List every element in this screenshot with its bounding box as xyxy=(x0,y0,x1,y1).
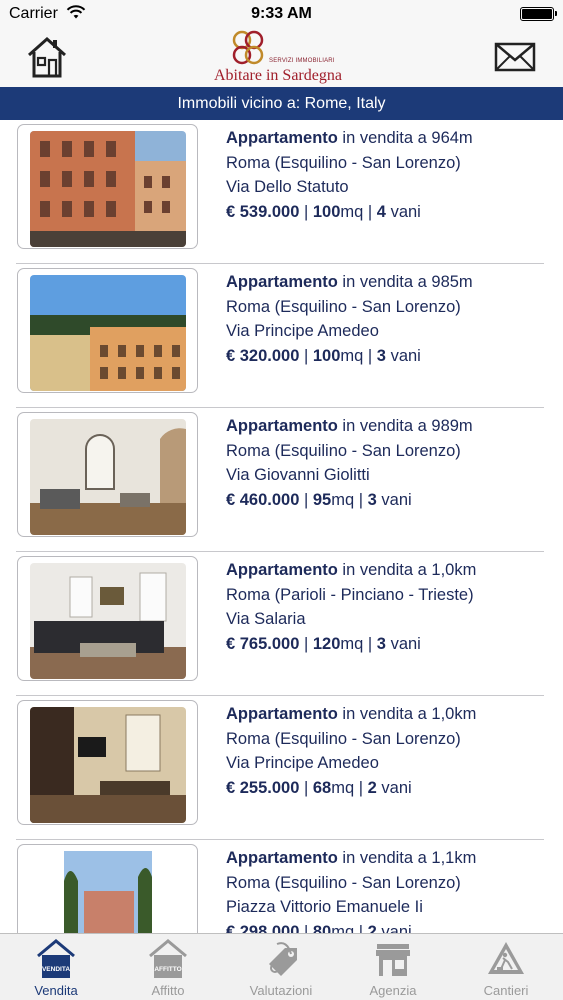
tab-label: Agenzia xyxy=(369,983,417,998)
listing-photo xyxy=(30,563,186,679)
nav-bar: SERVIZI IMMOBILIARI Abitare in Sardegna xyxy=(0,28,563,87)
listing-thumbnail xyxy=(17,268,198,393)
app-logo: SERVIZI IMMOBILIARI Abitare in Sardegna xyxy=(211,28,356,87)
listing-street: Via Principe Amedeo xyxy=(226,322,379,340)
listing-street: Via Giovanni Giolitti xyxy=(226,466,370,484)
listing-info: Appartamento in vendita a 989m Roma (Esq… xyxy=(226,417,473,509)
listing-info: Appartamento in vendita a 1,1km Roma (Es… xyxy=(226,846,476,933)
listing-street: Via Salaria xyxy=(226,610,306,628)
house-rent-icon: AFFITTO xyxy=(149,939,187,978)
listing-area: Roma (Parioli - Pinciano - Trieste) xyxy=(226,585,474,604)
listing-street: Via Dello Statuto xyxy=(226,178,349,196)
listing-type: Appartamento xyxy=(226,417,338,435)
listing-thumbnail xyxy=(17,412,198,537)
tab-label: Vendita xyxy=(34,983,78,998)
tab-agenzia[interactable]: Agenzia xyxy=(337,934,449,1000)
listing-area: Roma (Esquilino - San Lorenzo) xyxy=(226,729,461,748)
home-icon[interactable] xyxy=(26,36,68,78)
svg-text:AFFITTO: AFFITTO xyxy=(154,966,181,973)
listing-photo xyxy=(30,131,186,247)
listing-photo xyxy=(30,707,186,823)
listing-rooms: 2 xyxy=(367,778,377,797)
tab-label: Cantieri xyxy=(483,983,529,998)
listing-type: Appartamento xyxy=(226,561,338,579)
listing-item[interactable]: Appartamento in vendita a 964m Roma (Esq… xyxy=(0,120,563,264)
listing-item[interactable]: Appartamento in vendita a 1,0km Roma (Es… xyxy=(0,696,563,840)
listing-info: Appartamento in vendita a 1,0km Roma (Es… xyxy=(226,705,477,797)
listing-type: Appartamento xyxy=(226,849,338,867)
tab-vendita[interactable]: VENDITA Vendita xyxy=(0,934,112,1000)
price-tag-icon xyxy=(269,942,297,976)
tab-label: Valutazioni xyxy=(249,983,313,998)
tab-label: Affitto xyxy=(151,983,185,998)
tab-bar: VENDITA Vendita AFFITTO Affitto Valutazi… xyxy=(0,933,563,1000)
listing-type: Appartamento xyxy=(226,705,338,723)
tab-cantieri[interactable]: Cantieri xyxy=(450,934,562,1000)
battery-icon xyxy=(520,7,557,21)
listing-price: € 460.000 xyxy=(226,490,300,509)
listing-street: Via Principe Amedeo xyxy=(226,754,379,772)
listing-item[interactable]: Appartamento in vendita a 989m Roma (Esq… xyxy=(0,408,563,552)
listing-thumbnail xyxy=(17,556,198,681)
listing-photo xyxy=(30,275,186,391)
listing-distance: in vendita a 989m xyxy=(337,417,473,435)
listing-area: Roma (Esquilino - San Lorenzo) xyxy=(226,153,461,172)
listing-price: € 255.000 xyxy=(226,778,300,797)
listing-thumbnail xyxy=(17,844,198,933)
mail-icon[interactable] xyxy=(494,41,536,73)
status-bar: Carrier 9:33 AM xyxy=(0,0,563,28)
listing-type: Appartamento xyxy=(226,129,338,147)
listing-item[interactable]: Appartamento in vendita a 1,0km Roma (Pa… xyxy=(0,552,563,696)
listing-distance: in vendita a 1,0km xyxy=(337,561,477,579)
listing-area: Roma (Esquilino - San Lorenzo) xyxy=(226,441,461,460)
location-banner-text: Immobili vicino a: Rome, Italy xyxy=(177,95,386,112)
listing-sqm: 68 xyxy=(312,778,332,797)
svg-text:VENDITA: VENDITA xyxy=(42,966,70,973)
construction-sign-icon xyxy=(488,942,524,974)
location-banner: Immobili vicino a: Rome, Italy xyxy=(0,87,563,120)
listing-area: Roma (Esquilino - San Lorenzo) xyxy=(226,873,461,892)
listing-distance: in vendita a 985m xyxy=(337,273,473,291)
listing-rooms: 4 xyxy=(376,202,386,221)
clock: 9:33 AM xyxy=(251,5,312,22)
listing-sqm: 95 xyxy=(312,490,332,509)
storefront-icon xyxy=(376,944,410,976)
tab-affitto[interactable]: AFFITTO Affitto xyxy=(112,934,224,1000)
listing-distance: in vendita a 964m xyxy=(337,129,473,147)
listing-rooms: 2 xyxy=(367,922,377,934)
listing-info: Appartamento in vendita a 1,0km Roma (Pa… xyxy=(226,561,477,653)
listing-sqm: 100 xyxy=(312,346,341,365)
logo-tagline: SERVIZI IMMOBILIARI xyxy=(269,58,335,64)
listing-street: Piazza Vittorio Emanuele Ii xyxy=(226,898,423,916)
listing-rooms: 3 xyxy=(376,346,386,365)
listing-area: Roma (Esquilino - San Lorenzo) xyxy=(226,297,461,316)
listing-distance: in vendita a 1,0km xyxy=(337,705,477,723)
listing-price: € 298.000 xyxy=(226,922,300,934)
listing-info: Appartamento in vendita a 985m Roma (Esq… xyxy=(226,273,473,365)
listing-sqm: 100 xyxy=(312,202,341,221)
listing-photo xyxy=(30,419,186,535)
tab-valutazioni[interactable]: Valutazioni xyxy=(225,934,337,1000)
listing-photo xyxy=(30,851,186,933)
listing-type: Appartamento xyxy=(226,273,338,291)
listing-price: € 765.000 xyxy=(226,634,300,653)
logo-emblem-icon xyxy=(232,30,264,65)
listing-distance: in vendita a 1,1km xyxy=(337,849,477,867)
logo-brand: Abitare in Sardegna xyxy=(214,67,342,84)
listing-list[interactable]: Appartamento in vendita a 964m Roma (Esq… xyxy=(0,120,563,933)
listing-item[interactable]: Appartamento in vendita a 985m Roma (Esq… xyxy=(0,264,563,408)
house-sale-icon: VENDITA xyxy=(37,939,75,978)
listing-thumbnail xyxy=(17,700,198,825)
listing-thumbnail xyxy=(17,124,198,249)
listing-info: Appartamento in vendita a 964m Roma (Esq… xyxy=(226,129,473,221)
listing-item[interactable]: Appartamento in vendita a 1,1km Roma (Es… xyxy=(0,840,563,933)
listing-price: € 539.000 xyxy=(226,202,300,221)
listing-rooms: 3 xyxy=(376,634,386,653)
listing-price: € 320.000 xyxy=(226,346,300,365)
listing-sqm: 120 xyxy=(312,634,341,653)
listing-rooms: 3 xyxy=(367,490,377,509)
listing-sqm: 80 xyxy=(312,922,332,934)
